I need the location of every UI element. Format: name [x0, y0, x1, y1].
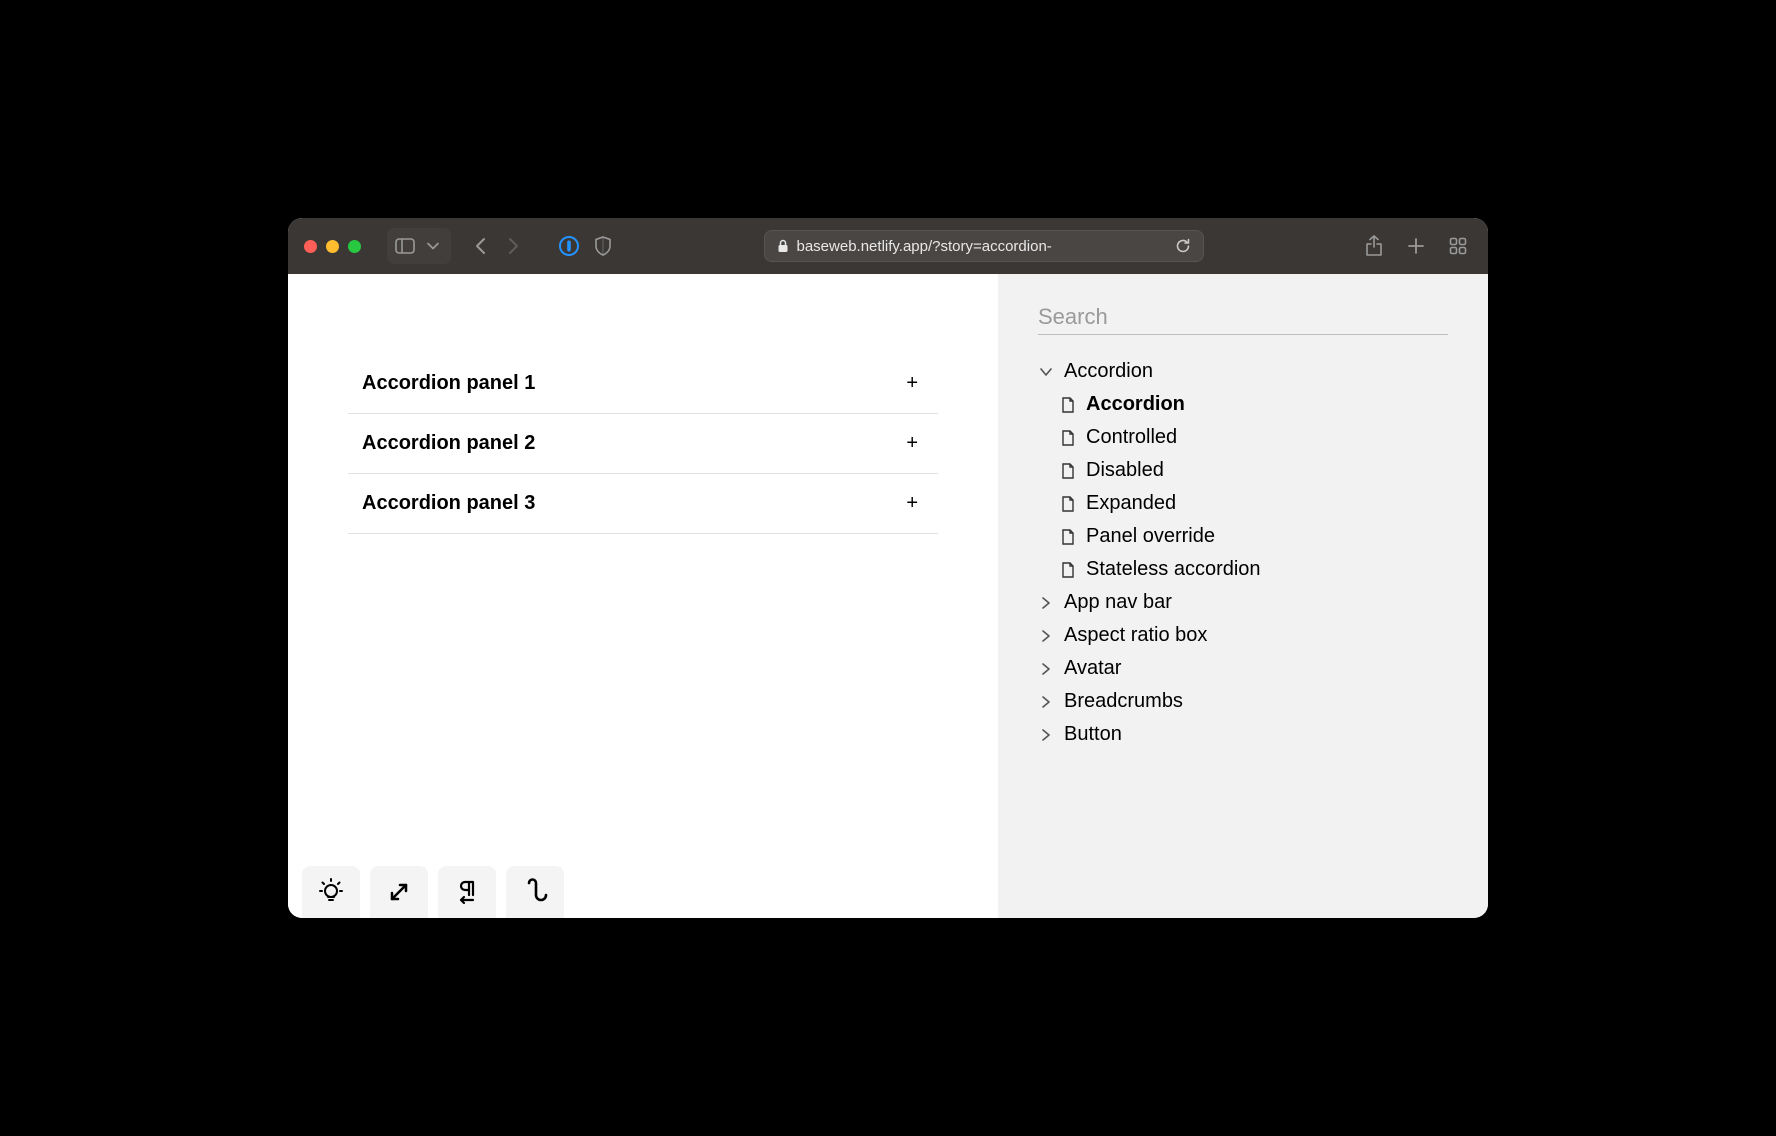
story-preview: Accordion panel 1 + Accordion panel 2 + … — [288, 274, 998, 918]
hook-icon — [520, 877, 550, 907]
reload-icon[interactable] — [1175, 237, 1191, 255]
show-sidebar-button[interactable] — [391, 232, 419, 260]
browser-toolbar: baseweb.netlify.app/?story=accordion- — [288, 218, 1488, 274]
accordion-panel-3[interactable]: Accordion panel 3 + — [348, 474, 938, 534]
tree-group-label: Breadcrumbs — [1064, 690, 1183, 713]
browser-window: baseweb.netlify.app/?story=accordion- — [288, 218, 1488, 918]
search-input[interactable] — [1038, 304, 1448, 330]
chevron-right-icon — [1038, 694, 1054, 710]
file-icon — [1060, 397, 1076, 413]
expand-icon: + — [906, 432, 918, 455]
accordion-panel-title: Accordion panel 1 — [362, 372, 535, 395]
expand-icon: + — [906, 492, 918, 515]
onepassword-icon — [558, 235, 580, 257]
chevron-right-icon — [1038, 727, 1054, 743]
chevron-right-icon — [1038, 595, 1054, 611]
fullscreen-button[interactable] — [370, 866, 428, 918]
tree-item-accordion[interactable]: Accordion — [1038, 388, 1448, 421]
rtl-toggle-button[interactable] — [438, 866, 496, 918]
tree-group-accordion[interactable]: Accordion — [1038, 355, 1448, 388]
url-text: baseweb.netlify.app/?story=accordion- — [797, 238, 1167, 255]
sidebar-icon — [395, 238, 415, 254]
url-bar: baseweb.netlify.app/?story=accordion- — [635, 230, 1332, 262]
content-area: Accordion panel 1 + Accordion panel 2 + … — [288, 274, 1488, 918]
tree-item-label: Expanded — [1086, 492, 1176, 515]
tree-item-label: Panel override — [1086, 525, 1215, 548]
tree-item-label: Stateless accordion — [1086, 558, 1261, 581]
chevron-right-icon — [1038, 661, 1054, 677]
tree-item-expanded[interactable]: Expanded — [1038, 487, 1448, 520]
chevron-right-icon — [1038, 628, 1054, 644]
story-toolbar — [302, 866, 564, 918]
window-close-button[interactable] — [304, 240, 317, 253]
tree-item-controlled[interactable]: Controlled — [1038, 421, 1448, 454]
tree-group-label: App nav bar — [1064, 591, 1172, 614]
tree-group-aspect-ratio-box[interactable]: Aspect ratio box — [1038, 619, 1448, 652]
plus-icon — [1407, 237, 1425, 255]
tree-group-label: Button — [1064, 723, 1122, 746]
forward-button[interactable] — [499, 232, 527, 260]
sidebar-toggle-group — [387, 228, 451, 264]
right-toolbar — [1360, 232, 1472, 260]
tree-group-label: Aspect ratio box — [1064, 624, 1207, 647]
tree-item-label: Accordion — [1086, 393, 1185, 416]
tree-group-button[interactable]: Button — [1038, 718, 1448, 751]
chevron-right-icon — [506, 237, 520, 255]
window-minimize-button[interactable] — [326, 240, 339, 253]
tree-item-panel-override[interactable]: Panel override — [1038, 520, 1448, 553]
share-icon — [1365, 235, 1383, 257]
grid-icon — [1449, 237, 1467, 255]
tree-group-breadcrumbs[interactable]: Breadcrumbs — [1038, 685, 1448, 718]
share-button[interactable] — [1360, 232, 1388, 260]
accordion-panel-1[interactable]: Accordion panel 1 + — [348, 354, 938, 414]
accordion-panel-title: Accordion panel 2 — [362, 432, 535, 455]
tree-item-disabled[interactable]: Disabled — [1038, 454, 1448, 487]
file-icon — [1060, 496, 1076, 512]
window-maximize-button[interactable] — [348, 240, 361, 253]
password-manager-button[interactable] — [555, 232, 583, 260]
address-bar[interactable]: baseweb.netlify.app/?story=accordion- — [764, 230, 1204, 262]
chevron-left-icon — [474, 237, 488, 255]
tree-item-label: Disabled — [1086, 459, 1164, 482]
search-wrap — [1038, 304, 1448, 335]
story-tree: Accordion Accordion Controlled — [1038, 355, 1448, 751]
expand-arrows-icon — [386, 879, 412, 905]
traffic-lights — [304, 240, 361, 253]
tree-item-stateless-accordion[interactable]: Stateless accordion — [1038, 553, 1448, 586]
tab-dropdown-button[interactable] — [419, 232, 447, 260]
tab-overview-button[interactable] — [1444, 232, 1472, 260]
file-icon — [1060, 430, 1076, 446]
privacy-shield-button[interactable] — [589, 232, 617, 260]
back-button[interactable] — [467, 232, 495, 260]
tree-group-app-nav-bar[interactable]: App nav bar — [1038, 586, 1448, 619]
pilcrow-rtl-icon — [453, 878, 481, 906]
tree-group-label: Accordion — [1064, 360, 1153, 383]
file-icon — [1060, 463, 1076, 479]
lightbulb-icon — [316, 877, 346, 907]
file-icon — [1060, 562, 1076, 578]
nav-arrows — [467, 232, 527, 260]
hook-button[interactable] — [506, 866, 564, 918]
tree-group-label: Avatar — [1064, 657, 1121, 680]
lock-icon — [777, 239, 789, 253]
accordion-panel-2[interactable]: Accordion panel 2 + — [348, 414, 938, 474]
pre-url-icons — [555, 232, 617, 260]
story-sidebar: Accordion Accordion Controlled — [998, 274, 1488, 918]
tree-group-avatar[interactable]: Avatar — [1038, 652, 1448, 685]
tree-item-label: Controlled — [1086, 426, 1177, 449]
chevron-down-icon — [427, 242, 439, 250]
accordion-panel-title: Accordion panel 3 — [362, 492, 535, 515]
file-icon — [1060, 529, 1076, 545]
expand-icon: + — [906, 372, 918, 395]
chevron-down-icon — [1038, 364, 1054, 380]
shield-icon — [594, 236, 612, 256]
theme-toggle-button[interactable] — [302, 866, 360, 918]
new-tab-button[interactable] — [1402, 232, 1430, 260]
